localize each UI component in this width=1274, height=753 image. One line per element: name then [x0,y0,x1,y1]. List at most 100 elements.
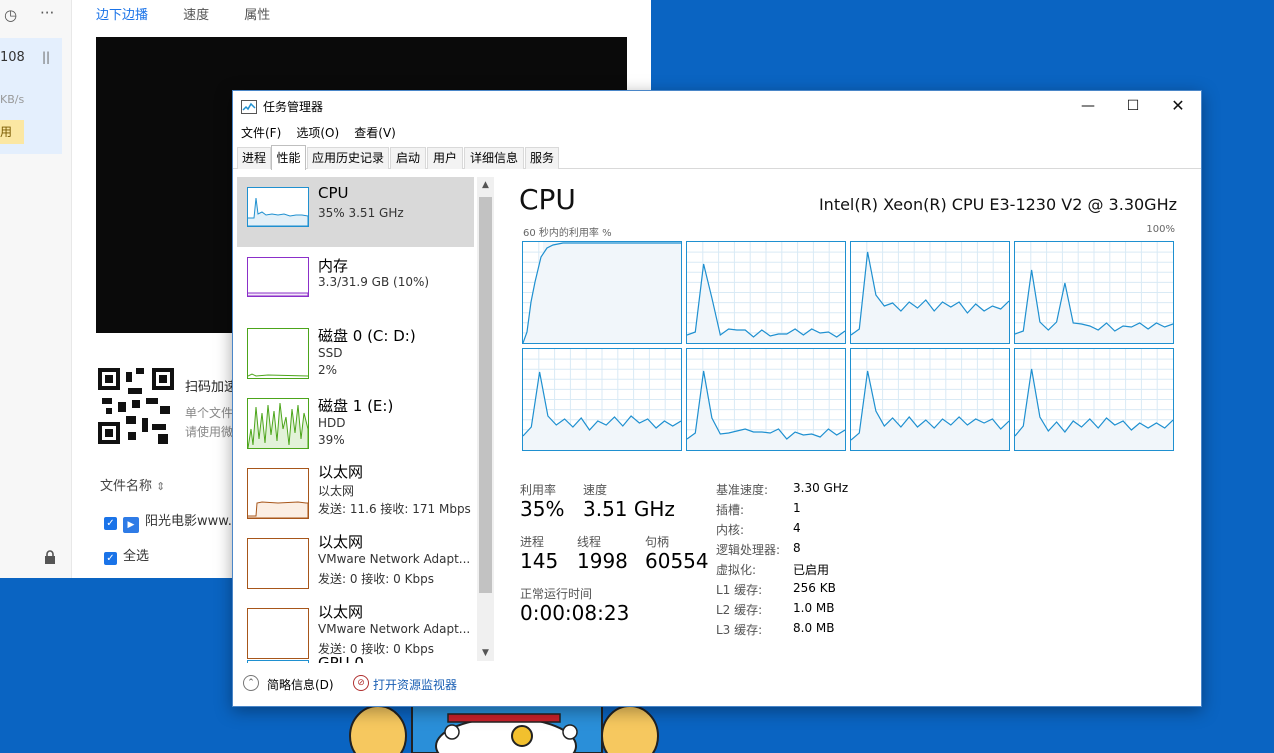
utilization-label: 利用率 [520,483,557,497]
tab-performance[interactable]: 性能 [271,145,306,170]
speed-value: 3.51 GHz [583,497,675,521]
file-row-label: 阳光电影www.y [145,514,240,529]
uptime-label: 正常运行时间 [520,587,593,601]
resource-sub: 3.3/31.9 GB (10%) [318,275,430,289]
menu-view[interactable]: 查看(V) [354,123,396,143]
resource-item-memory[interactable]: 内存 3.3/31.9 GB (10%) [237,247,474,317]
resource-name: 以太网 [318,533,364,551]
resource-item-disk-1[interactable]: 磁盘 1 (E:) HDD 39% [237,387,474,457]
scan-line-1: 单个文件 [185,406,234,420]
resource-name: 磁盘 0 (C: D:) [318,327,416,345]
spec-value: 1.0 MB [793,601,835,615]
tab-bar: 进程 性能 应用历史记录 启动 用户 详细信息 服务 [233,145,1201,170]
download-task-item[interactable]: 108 || KB/s 用 [0,38,62,154]
resource-list-scrollbar[interactable]: ▲ ▼ [477,177,494,661]
spec-label: L3 缓存: [716,623,763,637]
task-speed: KB/s [0,93,25,106]
resource-sub-2: 2% [318,363,338,377]
resource-name: 内存 [318,257,349,275]
fewer-details-link[interactable]: 简略信息(D) [267,676,334,693]
spec-label: 内核: [716,523,745,537]
speed-label: 速度 [583,483,608,497]
spec-label: 逻辑处理器: [716,543,781,557]
scan-line-2: 请使用微 [185,425,234,439]
tab-app-history[interactable]: 应用历史记录 [307,147,389,169]
resource-item-ethernet-1[interactable]: 以太网 以太网 发送: 11.6 接收: 171 Mbps [237,457,474,527]
menu-file[interactable]: 文件(F) [241,123,281,143]
resource-sub: VMware Network Adapt... [318,622,471,636]
spec-value: 256 KB [793,581,836,595]
resource-sub: SSD [318,346,343,360]
tab-services[interactable]: 服务 [525,147,559,169]
select-all-row[interactable]: ✓ 全选 [104,545,149,565]
scrollbar-thumb[interactable] [479,197,492,593]
background-tabs: 边下边播 速度 属性 [96,4,300,23]
file-row[interactable]: ✓ ▶ 阳光电影www.y [104,510,240,533]
logical-processor-graph [850,241,1010,344]
handles-label: 句柄 [645,535,670,549]
lock-icon[interactable] [44,550,56,567]
spec-value: 4 [793,521,801,535]
tab-speed[interactable]: 速度 [183,8,209,23]
logical-processor-graphs [522,241,1176,453]
logical-processor-graph [850,348,1010,451]
logical-processor-graph [686,348,846,451]
resource-item-disk-0[interactable]: 磁盘 0 (C: D:) SSD 2% [237,317,474,387]
checkbox-icon[interactable]: ✓ [104,517,117,530]
spec-label: L1 缓存: [716,583,763,597]
open-resource-monitor-link[interactable]: 打开资源监视器 [373,676,457,693]
memory-thumbnail [247,257,309,297]
spec-value: 1 [793,501,801,515]
logical-processor-graph [522,348,682,451]
tab-properties[interactable]: 属性 [244,8,270,23]
scroll-down-icon[interactable]: ▼ [477,648,494,658]
collapse-icon[interactable]: ⌃ [243,675,259,691]
qr-code [98,368,174,444]
file-name-header[interactable]: 文件名称 ⇕ [100,475,165,494]
spec-value: 8 [793,541,801,555]
resource-name: 以太网 [318,463,364,481]
resource-sub-2: 发送: 11.6 接收: 171 Mbps [318,502,471,516]
resource-sub-2: 39% [318,433,345,447]
resource-name: 磁盘 1 (E:) [318,397,394,415]
handles-value: 60554 [645,549,709,573]
more-icon[interactable]: ··· [40,4,54,22]
tab-startup[interactable]: 启动 [390,147,426,169]
tab-users[interactable]: 用户 [427,147,463,169]
processes-value: 145 [520,549,559,573]
uptime-value: 0:00:08:23 [520,601,630,625]
resource-sub: 以太网 [318,484,355,498]
menu-options[interactable]: 选项(O) [296,123,339,143]
resource-sub: HDD [318,416,346,430]
spec-value: 3.30 GHz [793,481,849,495]
scroll-up-icon[interactable]: ▲ [477,180,494,190]
resource-item-gpu[interactable]: GPU 0 [237,654,474,663]
spec-value: 8.0 MB [793,621,835,635]
tab-details[interactable]: 详细信息 [464,147,524,169]
sort-icon[interactable]: ⇕ [156,480,165,493]
logical-processor-graph [1014,241,1174,344]
minimize-icon[interactable]: — [1065,91,1111,121]
resource-sub: VMware Network Adapt... [318,552,471,566]
resource-monitor-icon[interactable]: ⊘ [353,675,369,691]
spec-label: L2 缓存: [716,603,763,617]
spec-label: 虚拟化: [716,563,757,577]
clock-icon[interactable]: ◷ [4,6,17,24]
maximize-icon[interactable]: ☐ [1110,91,1156,121]
tab-processes[interactable]: 进程 [237,147,271,169]
menu-bar: 文件(F) 选项(O) 查看(V) [233,122,398,142]
pause-icon[interactable]: || [42,50,50,64]
file-name-header-label: 文件名称 [100,479,153,494]
title-bar[interactable]: 任务管理器 — ☐ ✕ [233,91,1201,121]
checkbox-icon[interactable]: ✓ [104,552,117,565]
tab-stream-play[interactable]: 边下边播 [96,8,148,23]
scan-description: 单个文件 请使用微 [185,404,233,442]
ethernet2-thumbnail [247,538,309,589]
close-icon[interactable]: ✕ [1155,91,1201,121]
resource-item-cpu[interactable]: CPU 35% 3.51 GHz [237,177,474,247]
resource-item-ethernet-2[interactable]: 以太网 VMware Network Adapt... 发送: 0 接收: 0 … [237,527,474,597]
threads-value: 1998 [577,549,628,573]
resource-name: CPU [318,184,349,202]
scan-title: 扫码加速 [185,380,238,395]
spec-value: 已启用 [793,563,830,577]
